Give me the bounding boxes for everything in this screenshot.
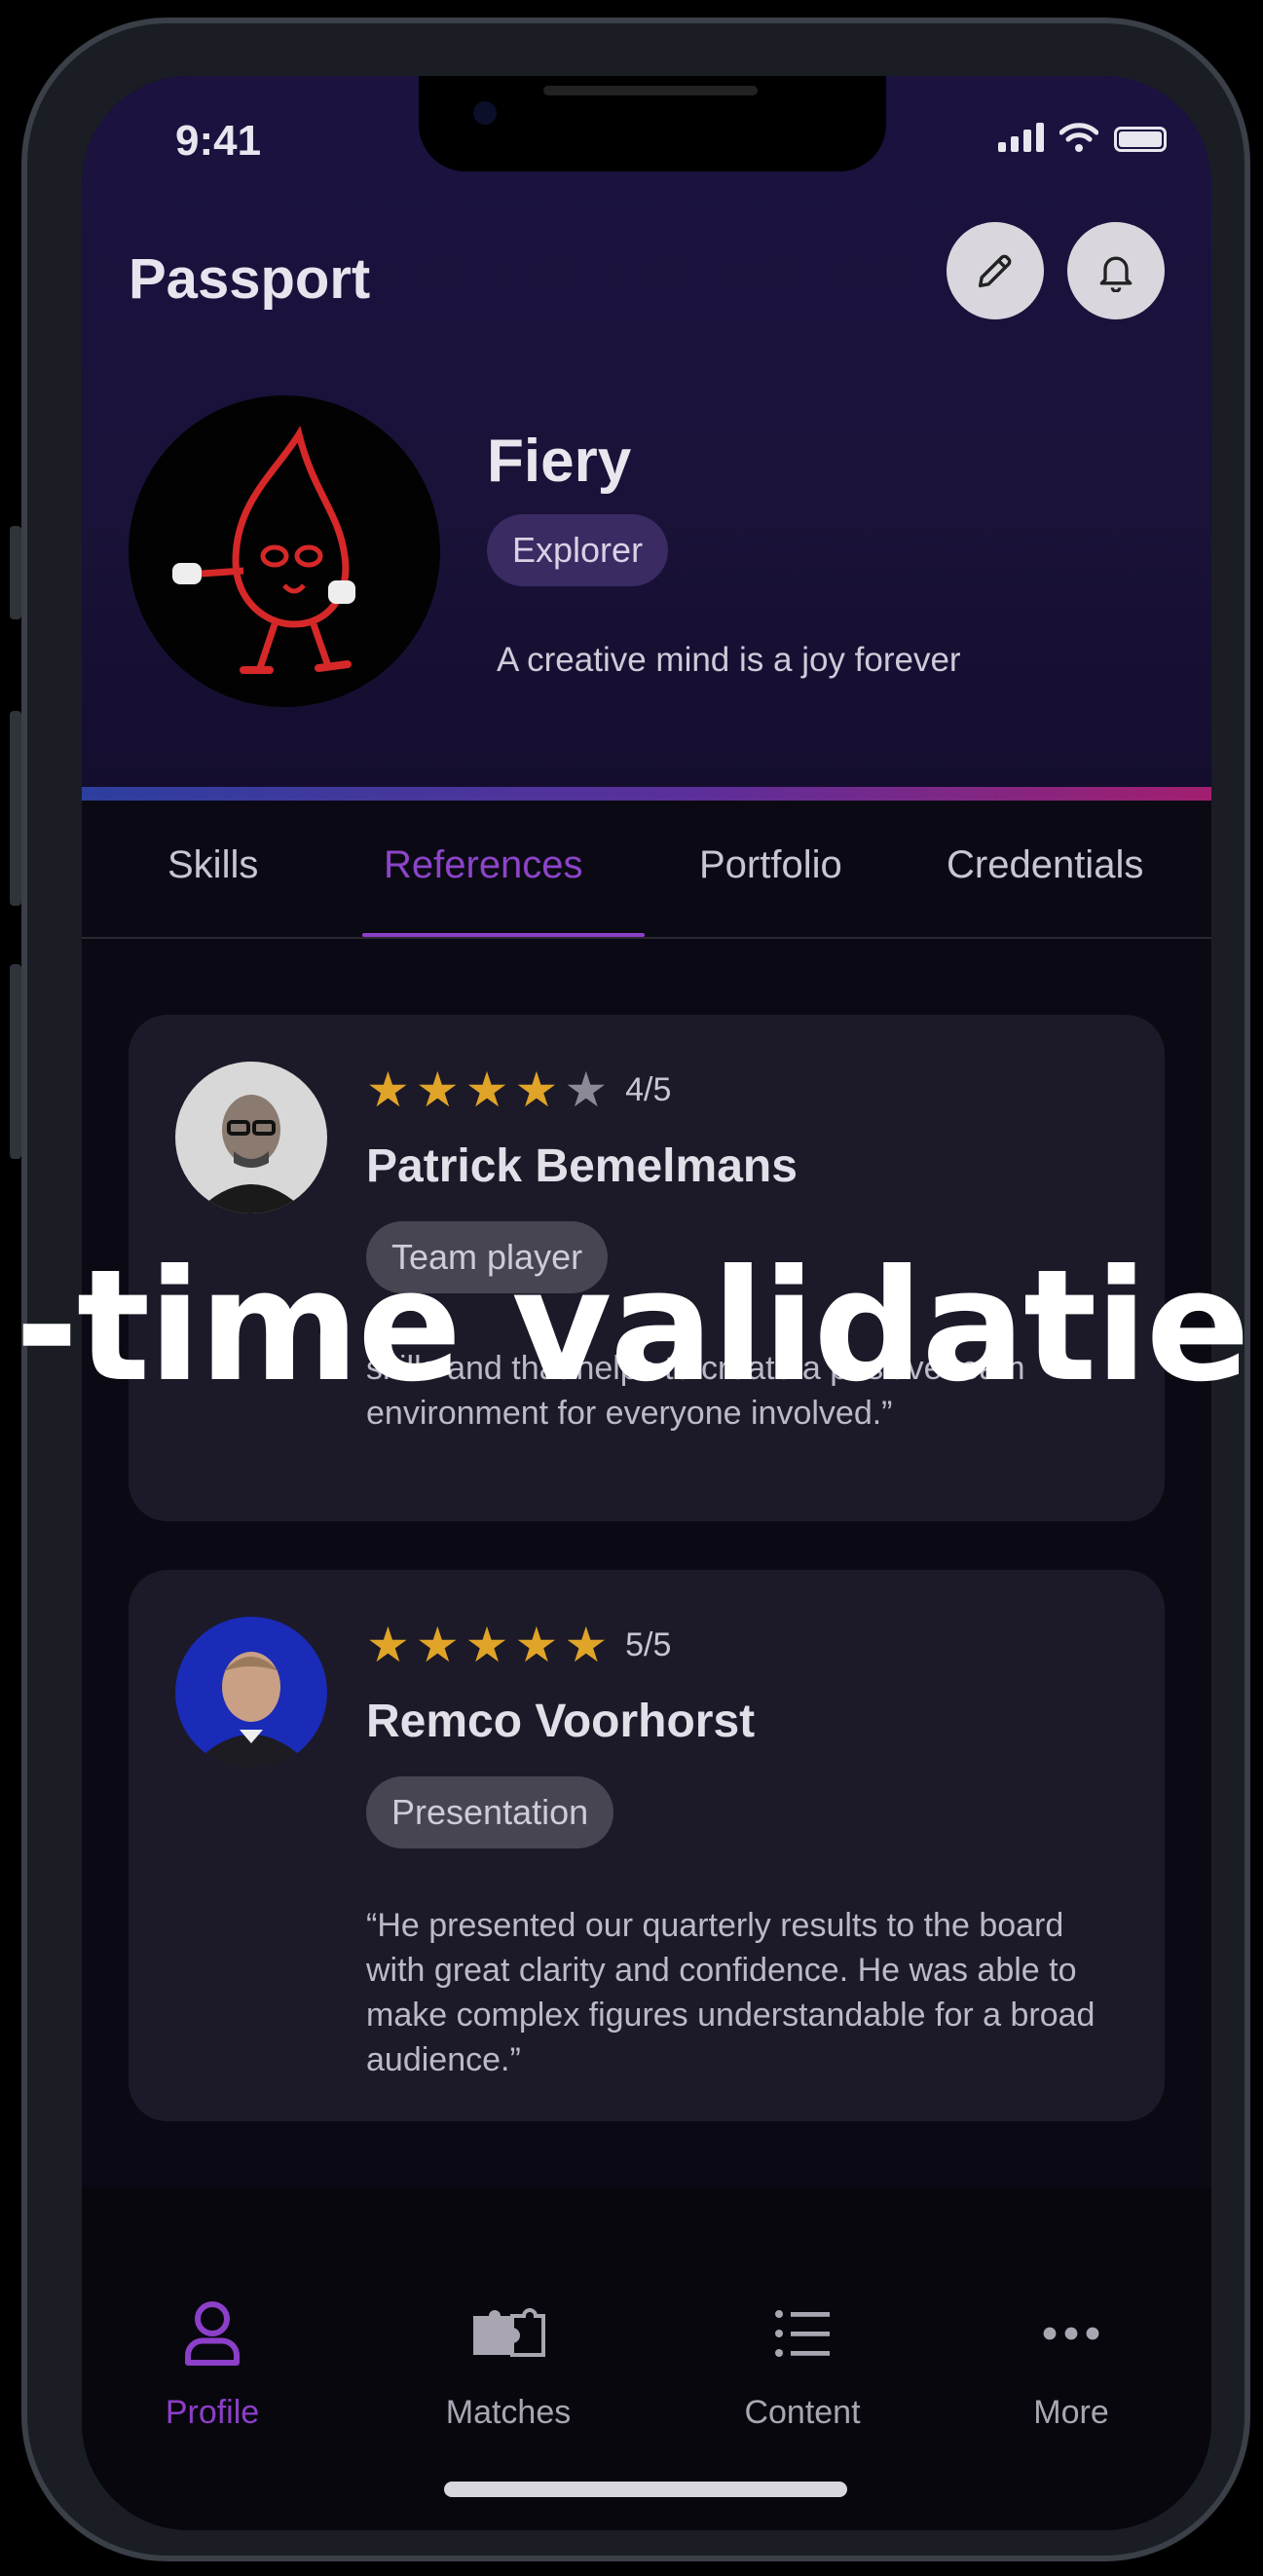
home-indicator bbox=[444, 2482, 847, 2497]
reference-avatar bbox=[175, 1062, 327, 1213]
nav-profile[interactable]: Profile bbox=[115, 2295, 310, 2432]
star-filled-icon: ★ bbox=[366, 1062, 410, 1118]
tab-references[interactable]: References bbox=[384, 843, 583, 887]
star-rating: ★ ★ ★ ★ ★ 5/5 bbox=[366, 1621, 671, 1669]
person-photo-icon bbox=[175, 1062, 327, 1213]
nav-label: Content bbox=[744, 2394, 861, 2431]
overlay-caption: -time validatie bbox=[15, 1237, 1250, 1416]
puzzle-icon bbox=[473, 2308, 545, 2357]
tab-skills[interactable]: Skills bbox=[167, 843, 258, 887]
profile-divider-gradient bbox=[82, 787, 1211, 801]
nav-label: More bbox=[1033, 2394, 1109, 2431]
side-button-volume-up bbox=[10, 711, 21, 906]
battery-icon bbox=[1114, 127, 1167, 152]
nav-more[interactable]: More bbox=[974, 2295, 1169, 2432]
nav-label: Profile bbox=[165, 2394, 260, 2431]
rating-text: 5/5 bbox=[625, 1625, 672, 1663]
reference-name: Patrick Bemelmans bbox=[366, 1140, 798, 1192]
signal-icon bbox=[998, 123, 1044, 152]
status-icons bbox=[998, 123, 1167, 152]
star-filled-icon: ★ bbox=[464, 1617, 509, 1673]
role-badge: Explorer bbox=[487, 514, 669, 586]
more-dots-icon bbox=[1043, 2327, 1099, 2340]
rating-text: 4/5 bbox=[625, 1070, 672, 1108]
person-icon bbox=[185, 2301, 240, 2366]
star-rating: ★ ★ ★ ★ ★ 4/5 bbox=[366, 1065, 671, 1114]
profile-bio: A creative mind is a joy forever bbox=[497, 641, 961, 679]
star-empty-icon: ★ bbox=[564, 1062, 609, 1118]
profile-name: Fiery bbox=[487, 428, 632, 495]
speaker-grille bbox=[543, 86, 758, 95]
wifi-icon bbox=[1059, 123, 1098, 152]
side-button-volume-down bbox=[10, 964, 21, 1159]
star-filled-icon: ★ bbox=[464, 1062, 509, 1118]
star-filled-icon: ★ bbox=[366, 1617, 410, 1673]
flame-mascot-icon bbox=[172, 426, 355, 674]
nav-label: Matches bbox=[445, 2394, 572, 2431]
tab-credentials[interactable]: Credentials bbox=[947, 843, 1143, 887]
tab-bar: Skills References Portfolio Credentials bbox=[82, 801, 1211, 937]
star-filled-icon: ★ bbox=[564, 1617, 609, 1673]
bell-icon bbox=[1099, 256, 1133, 292]
star-filled-icon: ★ bbox=[415, 1062, 460, 1118]
nav-content[interactable]: Content bbox=[705, 2295, 900, 2432]
side-button-mute bbox=[10, 526, 21, 619]
skill-badge: Presentation bbox=[366, 1776, 614, 1848]
star-filled-icon: ★ bbox=[514, 1617, 559, 1673]
edit-button[interactable] bbox=[947, 222, 1044, 319]
reference-name: Remco Voorhorst bbox=[366, 1696, 756, 1747]
reference-card[interactable]: ★ ★ ★ ★ ★ 5/5 Remco Voorhorst Presentati… bbox=[129, 1570, 1165, 2121]
reference-avatar bbox=[175, 1617, 327, 1769]
pencil-icon bbox=[978, 254, 1012, 288]
tab-portfolio[interactable]: Portfolio bbox=[699, 843, 842, 887]
list-icon bbox=[775, 2310, 830, 2357]
status-time: 9:41 bbox=[175, 117, 262, 165]
person-photo-icon bbox=[175, 1617, 327, 1769]
reference-quote: “He presented our quarterly results to t… bbox=[366, 1907, 1096, 2078]
front-camera bbox=[473, 101, 497, 125]
page-title: Passport bbox=[129, 247, 371, 311]
star-filled-icon: ★ bbox=[514, 1062, 559, 1118]
bottom-navigation: Profile Matches Content More bbox=[82, 2187, 1211, 2530]
notifications-button[interactable] bbox=[1067, 222, 1165, 319]
star-filled-icon: ★ bbox=[415, 1617, 460, 1673]
profile-avatar[interactable] bbox=[129, 395, 440, 707]
nav-matches[interactable]: Matches bbox=[411, 2295, 606, 2432]
